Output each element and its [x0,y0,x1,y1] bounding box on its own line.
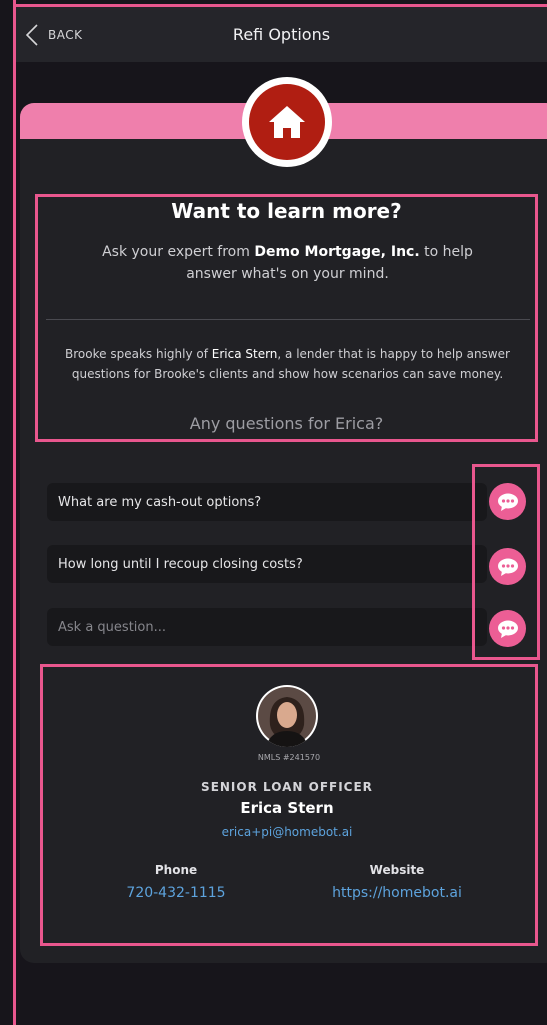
nav-bar: BACK Refi Options [16,7,547,62]
highlight-frame-left [13,0,16,1025]
phone-link[interactable]: 720-432-1115 [76,885,276,901]
agent-name: Brooke [65,347,107,361]
officer-name: Erica Stern [240,799,334,817]
phone-label: Phone [154,863,198,877]
divider [46,319,530,320]
company-name: Demo Mortgage, Inc. [254,244,420,260]
ask-question-input[interactable] [58,619,468,635]
avatar [256,685,318,747]
back-label: BACK [48,27,83,42]
question-cash-out[interactable]: What are my cash-out options? [47,483,487,521]
question-prompt: Any questions for Erica? [189,414,384,433]
nmls-number: NMLS #241570 [257,753,321,762]
chat-bubble-icon [497,493,518,511]
house-badge [242,77,332,167]
intro-blurb: Brooke speaks highly of Erica Stern, a l… [55,344,520,384]
lead-text: Ask your expert from Demo Mortgage, Inc.… [95,241,480,285]
ask-question-field[interactable] [47,608,487,646]
question-label: What are my cash-out options? [58,494,262,510]
page-title: Refi Options [232,25,331,44]
chat-bubble-icon [497,620,518,638]
chat-button-ask[interactable] [489,610,526,647]
headline: Want to learn more? [171,199,402,223]
back-button[interactable]: BACK [26,7,82,62]
chat-bubble-icon [497,558,518,576]
chat-button-recoup-costs[interactable] [489,548,526,585]
house-icon [249,84,325,160]
chevron-left-icon [26,23,38,46]
lender-name: Erica Stern [211,347,278,361]
blurb-part1: speaks highly of [106,347,212,361]
question-recoup-costs[interactable]: How long until I recoup closing costs? [47,545,487,583]
website-label: Website [369,863,425,877]
chat-button-cash-out[interactable] [489,483,526,520]
highlight-intro-section [35,194,538,442]
officer-email-link[interactable]: erica+pi@homebot.ai [40,825,534,839]
question-label: How long until I recoup closing costs? [58,556,303,572]
website-link[interactable]: https://homebot.ai [297,885,497,901]
officer-role: SENIOR LOAN OFFICER [201,780,373,794]
lead-prefix: Ask your expert from [102,244,255,260]
